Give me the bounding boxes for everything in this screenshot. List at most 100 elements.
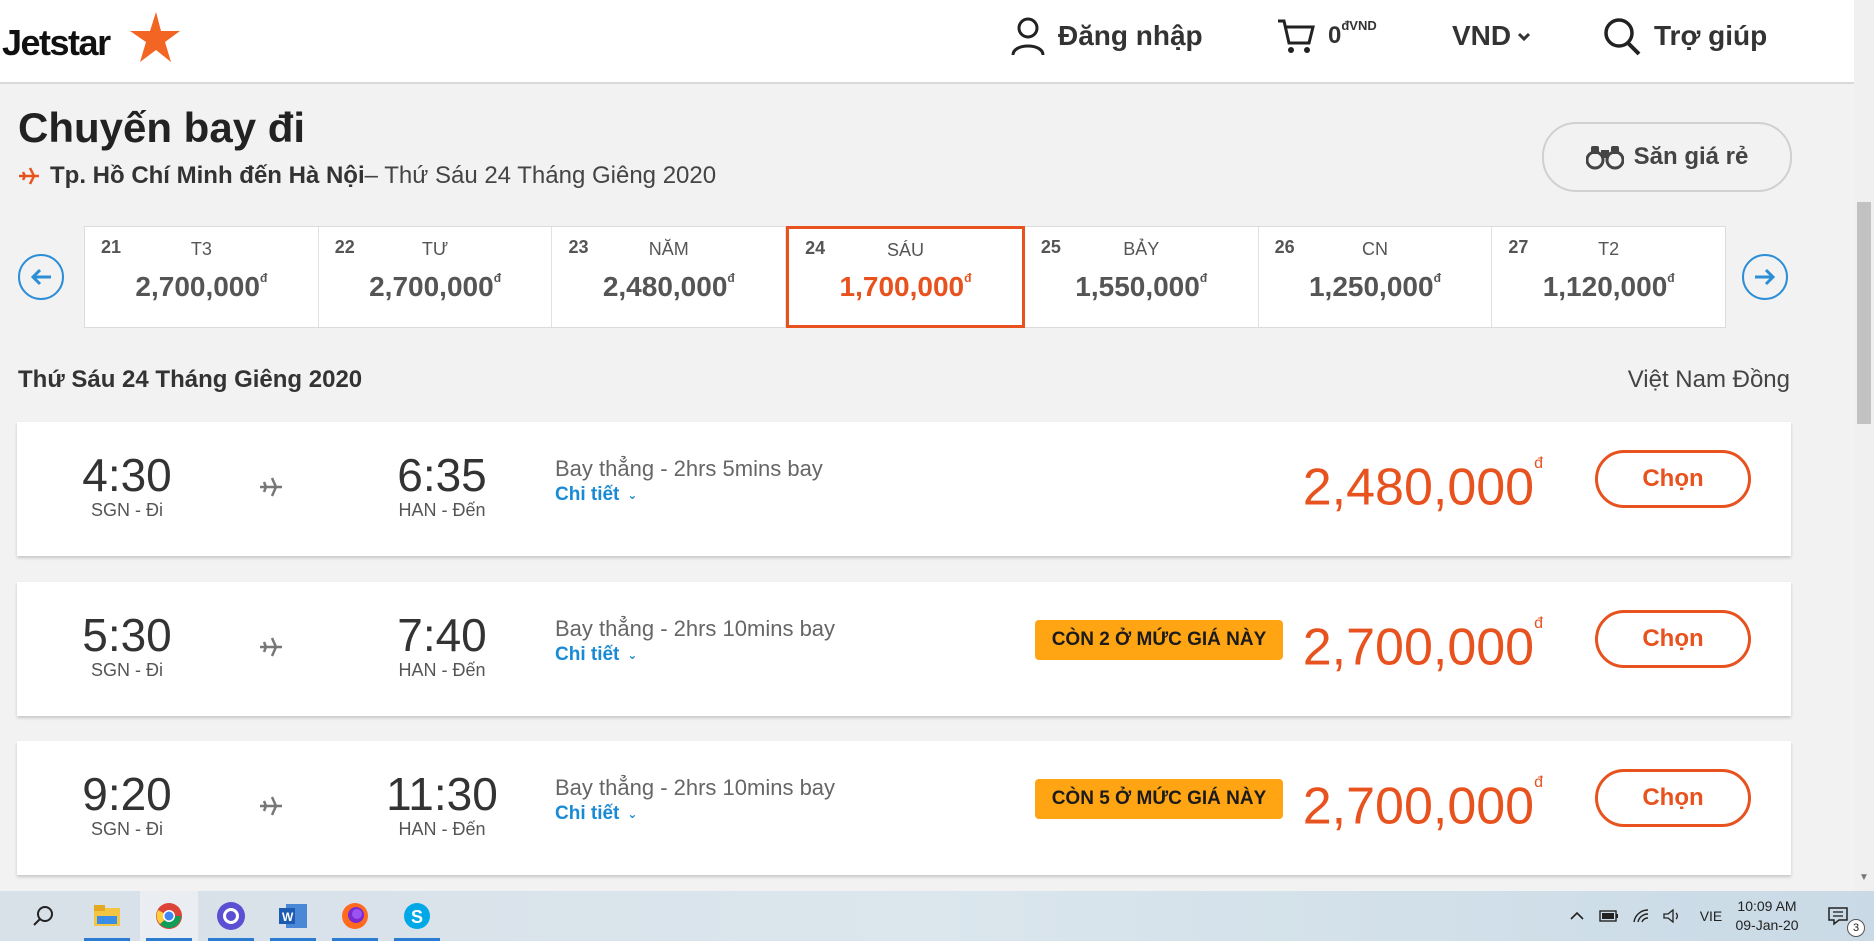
flight-price: 2,700,000đ (1302, 615, 1543, 677)
flight-row: 4:30 SGN - Đi 6:35 HAN - Đến Bay thẳng -… (17, 422, 1791, 556)
taskbar-firefox[interactable] (326, 891, 384, 941)
date-weekday: T2 (1598, 239, 1620, 259)
flight-price: 2,700,000đ (1302, 774, 1543, 836)
firefox-icon (342, 903, 368, 929)
arrival: 7:40 HAN - Đến (363, 610, 521, 680)
arrival-airport: HAN - Đến (398, 660, 486, 680)
plane-icon (259, 795, 283, 817)
login-link[interactable]: Đăng nhập (1010, 14, 1203, 58)
binoculars-icon (1585, 144, 1624, 170)
flight-row: 9:20 SGN - Đi 11:30 HAN - Đến Bay thẳng … (17, 741, 1791, 875)
taskbar-file-explorer[interactable] (78, 891, 136, 941)
deal-finder-label: Săn giá rẻ (1633, 143, 1749, 170)
search-icon (1602, 16, 1642, 56)
help-label: Trợ giúp (1654, 20, 1768, 51)
date-price: 2,480,000đ (602, 270, 735, 302)
taskbar-chrome[interactable] (140, 891, 198, 941)
date-price: 1,250,000đ (1308, 270, 1441, 302)
date-price: 2,700,000đ (135, 270, 268, 302)
route-date: – Thứ Sáu 24 Tháng Giêng 2020 (364, 162, 717, 189)
flight-details-link[interactable]: Chi tiết ⌄ (555, 644, 637, 666)
logo-text: Jetstar (2, 22, 111, 63)
flight-duration: Bay thẳng - 2hrs 5mins bay (555, 456, 823, 481)
arrival: 11:30 HAN - Đến (363, 769, 521, 839)
battery-icon[interactable] (1592, 910, 1626, 922)
cart-icon (1276, 17, 1316, 55)
date-cell[interactable]: 23 NĂM 2,480,000đ (552, 227, 787, 327)
date-cell[interactable]: 27 T2 1,120,000đ (1492, 227, 1725, 327)
help-link[interactable]: Trợ giúp (1602, 14, 1767, 58)
seats-left-badge: CÒN 5 Ở MỨC GIÁ NÀY (1035, 779, 1283, 819)
flight-duration: Bay thẳng - 2hrs 10mins bay (555, 775, 836, 800)
scroll-down-arrow-icon[interactable]: ▼ (1859, 872, 1869, 883)
date-weekday: CN (1361, 239, 1388, 259)
clock-time: 10:09 AM (1737, 898, 1797, 914)
taskbar-github-desktop[interactable] (202, 891, 260, 941)
flight-details-link[interactable]: Chi tiết ⌄ (555, 484, 637, 506)
date-weekday: TƯ (421, 239, 449, 259)
scrollbar-thumb[interactable] (1857, 202, 1871, 424)
currency-dropdown[interactable]: VND (1452, 14, 1531, 58)
arrival-airport: HAN - Đến (398, 819, 486, 839)
arrival-time: 7:40 (397, 609, 487, 661)
arrival-time: 11:30 (386, 768, 498, 820)
taskbar-skype[interactable]: S (388, 891, 446, 941)
system-clock[interactable]: 10:09 AM 09-Jan-20 (1722, 897, 1812, 935)
date-weekday: SÁU (887, 240, 925, 260)
word-icon: W (279, 904, 307, 928)
flight-row: 5:30 SGN - Đi 7:40 HAN - Đến Bay thẳng -… (17, 582, 1791, 716)
date-price: 2,700,000đ (369, 270, 502, 302)
chevron-down-icon: ⌄ (627, 488, 638, 502)
skype-icon: S (404, 903, 430, 929)
system-tray: VIE (1562, 891, 1734, 941)
departure: 5:30 SGN - Đi (65, 610, 189, 680)
date-cell[interactable]: 21 T3 2,700,000đ (85, 227, 319, 327)
wifi-icon[interactable] (1626, 908, 1656, 924)
currency-select-value: VND (1452, 20, 1512, 51)
select-flight-button[interactable]: Chọn (1595, 610, 1751, 668)
departure: 9:20 SGN - Đi (65, 769, 189, 839)
date-cell[interactable]: 26 CN 1,250,000đ (1259, 227, 1493, 327)
departure: 4:30 SGN - Đi (65, 450, 189, 520)
select-flight-button[interactable]: Chọn (1595, 769, 1751, 827)
page-scrollbar[interactable]: ▼ (1854, 0, 1874, 891)
notification-count-badge: 3 (1847, 919, 1865, 937)
flight-details-link[interactable]: Chi tiết ⌄ (555, 803, 637, 825)
file-explorer-icon (94, 905, 120, 926)
taskbar-search-button[interactable] (14, 891, 72, 941)
chevron-down-icon: ⌄ (627, 807, 638, 821)
svg-text:S: S (411, 907, 423, 927)
cart-link[interactable]: 0đVND (1276, 14, 1377, 58)
date-cell[interactable]: 22 TƯ 2,700,000đ (319, 227, 553, 327)
flight-price: 2,480,000đ (1302, 455, 1543, 517)
prev-dates-button[interactable] (18, 254, 64, 300)
chevron-up-icon[interactable] (1562, 911, 1592, 921)
date-price: 1,550,000đ (1075, 270, 1208, 302)
volume-icon[interactable] (1656, 908, 1688, 924)
chevron-down-icon (1517, 26, 1531, 47)
next-dates-button[interactable] (1742, 254, 1788, 300)
page-title: Chuyến bay đi (18, 104, 306, 151)
departure-time: 5:30 (82, 609, 172, 661)
date-cell-selected[interactable]: 24 SÁU 1,700,000đ (786, 226, 1025, 328)
results-date-heading: Thứ Sáu 24 Tháng Giêng 2020 (18, 366, 363, 393)
currency-name: Việt Nam Đồng (1627, 366, 1790, 393)
plane-icon (259, 476, 283, 498)
departure-time: 9:20 (82, 768, 172, 820)
arrow-right-icon (1755, 268, 1776, 286)
date-price: 1,700,000đ (839, 270, 972, 302)
search-icon (33, 906, 53, 926)
user-icon (1010, 16, 1046, 56)
taskbar-word[interactable]: W (264, 891, 322, 941)
select-flight-button[interactable]: Chọn (1595, 450, 1751, 508)
cart-amount: 0đVND (1328, 18, 1377, 49)
cart-currency: đVND (1341, 18, 1377, 33)
date-cell[interactable]: 25 BẢY 1,550,000đ (1025, 227, 1259, 327)
star-icon (130, 12, 180, 62)
notification-icon (1828, 907, 1848, 926)
plane-icon (259, 636, 283, 658)
date-weekday: BẢY (1123, 239, 1160, 259)
deal-finder-button[interactable]: Săn giá rẻ (1542, 122, 1792, 192)
departure-airport: SGN - Đi (91, 819, 163, 839)
arrival-airport: HAN - Đến (398, 500, 486, 520)
